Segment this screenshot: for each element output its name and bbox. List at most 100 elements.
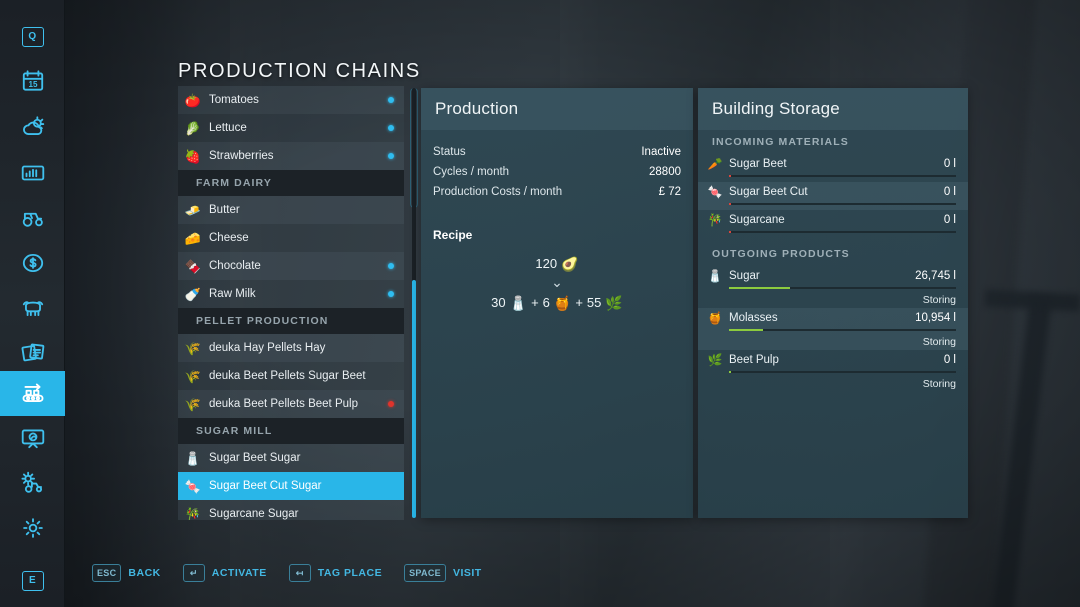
list-item[interactable]: 🍓Strawberries (178, 142, 404, 170)
chevron-down-icon: ⌄ (433, 274, 681, 291)
storage-fill-bar (729, 287, 956, 289)
recipe-output-row: 30🧂+6🍯+55🌿 (433, 295, 681, 310)
sidebar-item-ai-workers[interactable] (0, 415, 65, 460)
list-item[interactable]: 🍅Tomatoes (178, 86, 404, 114)
sidebar-item-vehicles[interactable] (0, 194, 65, 239)
milk-icon: 🍼 (184, 285, 202, 303)
storage-item-row: 🍯Molasses10,954 l (698, 308, 968, 336)
action-hint[interactable]: SPACEVISIT (404, 564, 482, 582)
sidebar-item-weather[interactable] (0, 104, 65, 149)
storage-fill-level (729, 371, 731, 373)
sugarcane-icon: 🎋 (706, 211, 724, 229)
storage-item-amount: 10,954 l (915, 312, 956, 324)
tomato-icon: 🍅 (184, 91, 202, 109)
action-hint[interactable]: ↤TAG PLACE (289, 564, 382, 582)
list-item[interactable]: 🎋Sugarcane Sugar (178, 500, 404, 520)
storage-item: 🥕Sugar Beet0 l (698, 154, 968, 182)
status-dot (388, 125, 394, 131)
list-item[interactable]: 🥬Lettuce (178, 114, 404, 142)
list-item[interactable]: 🌾 deuka Hay Pellets Hay (178, 334, 404, 362)
sidebar-item-production-chains[interactable] (0, 371, 65, 416)
list-item[interactable]: 🍫 Chocolate (178, 252, 404, 280)
page-title: PRODUCTION CHAINS (178, 60, 421, 83)
incoming-materials-list: 🥕Sugar Beet0 l🍬Sugar Beet Cut0 l🎋Sugarca… (698, 154, 968, 238)
storage-item-status: Storing (698, 336, 968, 350)
beet-pulp-icon: 🌿 (605, 296, 622, 310)
beet-pellet-icon: 🌾 (184, 367, 202, 385)
storage-item-row: 🌿Beet Pulp0 l (698, 350, 968, 378)
list-item[interactable]: 🧈Butter (178, 196, 404, 224)
storage-item-row: 🍬Sugar Beet Cut0 l (698, 182, 968, 210)
sidebar-item-statistics[interactable] (0, 150, 65, 195)
chocolate-icon: 🍫 (184, 257, 202, 275)
list-item-label: Raw Milk (209, 288, 388, 300)
outgoing-products-header: OUTGOING PRODUCTS (698, 242, 968, 266)
list-item-label: Chocolate (209, 260, 388, 272)
lettuce-icon: 🥬 (184, 119, 202, 137)
recipe-title: Recipe (433, 228, 681, 242)
cheese-icon: 🧀 (184, 229, 202, 247)
list-item-label: Butter (209, 204, 404, 216)
list-item-label: Sugar Beet Sugar (209, 452, 404, 464)
storage-fill-level (729, 231, 731, 233)
incoming-materials-header: INCOMING MATERIALS (698, 130, 968, 154)
building-storage-panel: Building Storage INCOMING MATERIALS 🥕Sug… (698, 88, 968, 518)
storage-item: 🍬Sugar Beet Cut0 l (698, 182, 968, 210)
list-item-label: deuka Beet Pellets Sugar Beet (209, 370, 404, 382)
recipe-diagram: 120 🥑 ⌄ 30🧂+6🍯+55🌿 (433, 256, 681, 310)
recipe-output-amount: 55 (587, 295, 601, 310)
weather-icon (20, 114, 46, 140)
scrollbar-track[interactable] (412, 88, 416, 518)
recipe-output-amount: 30 (491, 295, 505, 310)
production-info-label: Cycles / month (433, 166, 509, 178)
storage-fill-bar (729, 203, 956, 205)
outgoing-products-list: 🧂Sugar26,745 lStoring🍯Molasses10,954 lSt… (698, 266, 968, 392)
storage-item-amount: 0 l (944, 186, 956, 198)
sidebar-rail: Q 15 E (0, 0, 65, 607)
list-item[interactable]: 🌾 deuka Beet Pellets Sugar Beet (178, 362, 404, 390)
storage-item-row: 🎋Sugarcane0 l (698, 210, 968, 238)
list-item-label: deuka Hay Pellets Hay (209, 342, 404, 354)
sidebar-item-contracts[interactable] (0, 328, 65, 373)
key-Q: Q (22, 27, 44, 47)
storage-fill-level (729, 175, 731, 177)
storage-fill-bar (729, 175, 956, 177)
monitor-icon (20, 425, 46, 451)
action-hint[interactable]: ESCBACK (92, 564, 161, 582)
storage-item-name: Sugar (729, 270, 915, 282)
sidebar-item-finances[interactable] (0, 240, 65, 285)
storage-item-amount: 0 l (944, 354, 956, 366)
production-info-row: StatusInactive (433, 142, 681, 162)
recipe-output-amount: 6 (543, 295, 550, 310)
svg-text:15: 15 (28, 79, 38, 88)
storage-panel-title: Building Storage (698, 88, 968, 130)
sidebar-item-settings[interactable] (0, 505, 65, 550)
list-item[interactable]: 🌾deuka Beet Pellets Beet Pulp (178, 390, 404, 418)
storage-fill-bar (729, 329, 956, 331)
list-item[interactable]: 🧂Sugar Beet Sugar (178, 444, 404, 472)
hay-icon: 🌾 (184, 339, 202, 357)
sidebar-item-exit-key[interactable]: E (0, 558, 65, 603)
tractor-icon (20, 204, 46, 230)
conveyor-icon (20, 381, 46, 407)
sugar-icon: 🧂 (510, 296, 527, 310)
action-hint-bar: ESCBACK ↵ACTIVATE ↤TAG PLACE SPACEVISIT (92, 564, 482, 582)
storage-item: 🧂Sugar26,745 lStoring (698, 266, 968, 308)
action-hint[interactable]: ↵ACTIVATE (183, 564, 267, 582)
recipe-plus-sign: + (575, 295, 583, 310)
list-section-header: SUGAR MILL (178, 418, 404, 444)
list-item[interactable]: 🧀Cheese (178, 224, 404, 252)
dollar-icon (20, 250, 46, 276)
hint-label: VISIT (453, 567, 482, 579)
sidebar-item-menu-key[interactable]: Q (0, 14, 65, 59)
scrollbar-thumb[interactable] (412, 280, 416, 518)
list-item[interactable]: 🍬Sugar Beet Cut Sugar (178, 472, 404, 500)
list-item[interactable]: 🍼 Raw Milk (178, 280, 404, 308)
production-chain-list[interactable]: 🍅Tomatoes🥬Lettuce🍓StrawberriesFARM DAIRY… (178, 86, 404, 520)
sidebar-item-animals[interactable] (0, 284, 65, 329)
production-info-rows: StatusInactiveCycles / month28800Product… (433, 142, 681, 202)
sidebar-item-calendar[interactable]: 15 (0, 58, 65, 103)
storage-item-name: Sugar Beet (729, 158, 944, 170)
sidebar-item-construction[interactable] (0, 460, 65, 505)
list-section-label: PELLET PRODUCTION (196, 315, 328, 327)
